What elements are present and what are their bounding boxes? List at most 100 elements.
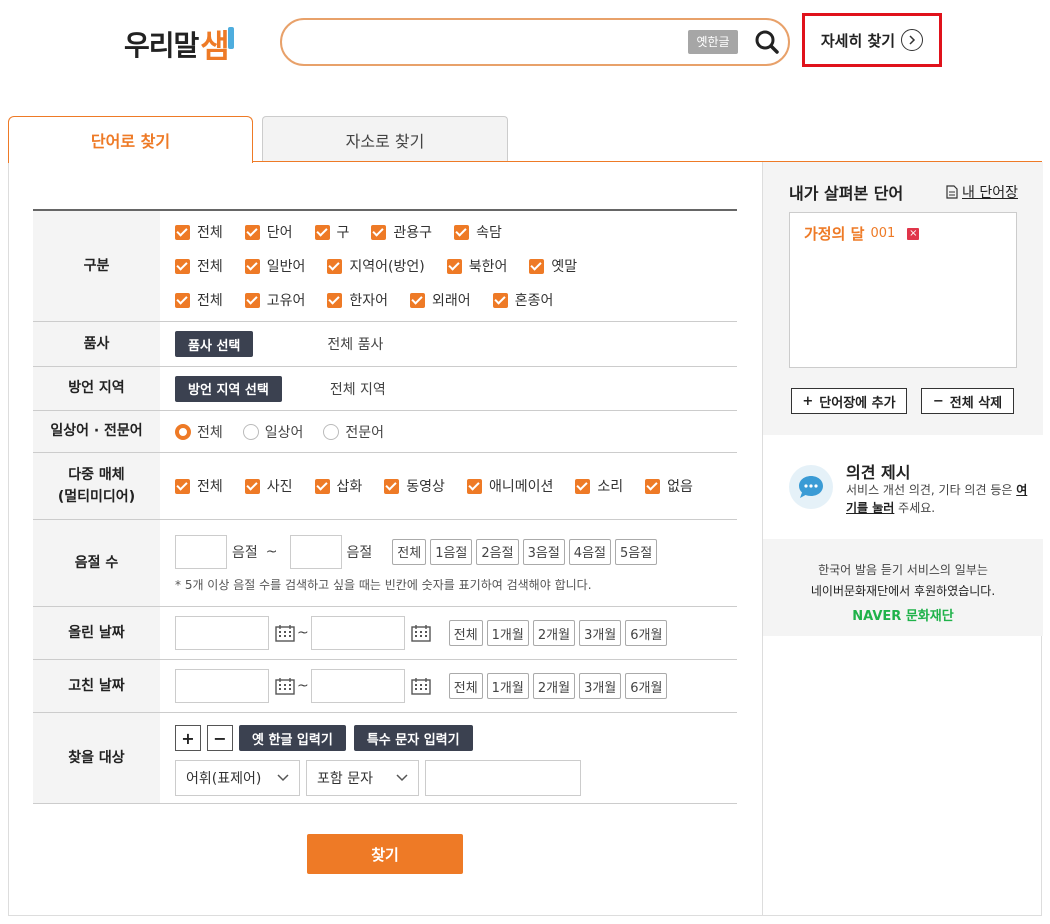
chevron-down-icon [277, 774, 289, 782]
checkbox-photo[interactable]: 사진 [244, 476, 293, 496]
category-line-1: 전체 단어 구 관용구 속담 [175, 215, 737, 249]
checkbox-all[interactable]: 전체 [175, 290, 223, 310]
checkbox-sino[interactable]: 한자어 [327, 290, 388, 310]
row-category: 구분 전체 단어 구 관용구 속담 전체 일반어 지역어(방언) 북한어 옛말 … [33, 211, 737, 322]
row-modified-date: 고친 날짜 ~ 전체 1개월 2개월 3개월 6개월 [33, 660, 737, 713]
row-label: 음절 수 [33, 520, 160, 606]
calendar-icon[interactable] [275, 677, 295, 695]
checkbox-media-all[interactable]: 전체 [175, 476, 223, 496]
old-hangul-button[interactable]: 옛한글 [688, 30, 738, 54]
checkbox-proverb[interactable]: 속담 [454, 222, 502, 242]
pos-value: 전체 품사 [327, 337, 384, 353]
detail-search-label: 자세히 찾기 [820, 31, 896, 50]
region-select-button[interactable]: 방언 지역 선택 [175, 375, 282, 402]
checkbox-word[interactable]: 단어 [244, 222, 293, 242]
my-words-link[interactable]: 내 단어장 [946, 182, 1018, 202]
logo-text: 우리말 [124, 29, 199, 62]
checkbox-animation[interactable]: 애니메이션 [466, 476, 553, 496]
sponsor-panel: 한국어 발음 듣기 서비스의 일부는 네이버문화재단에서 후원하였습니다. NA… [763, 539, 1043, 636]
match-type-select[interactable]: 포함 문자 [306, 760, 419, 796]
tilde: ~ [297, 678, 309, 694]
syllable-3-button[interactable]: 3음절 [522, 538, 565, 565]
checkbox-dialect[interactable]: 지역어(방언) [327, 256, 425, 276]
checkbox-phrase[interactable]: 구 [314, 222, 349, 242]
checkbox-north-korean[interactable]: 북한어 [446, 256, 507, 276]
naver-foundation-logo: NAVER 문화재단 [852, 609, 954, 624]
radio-daily[interactable]: 일상어 [242, 422, 303, 442]
uploaded-2m-button[interactable]: 2개월 [532, 620, 576, 646]
checkbox-checked-icon [454, 224, 470, 240]
uploaded-1m-button[interactable]: 1개월 [486, 620, 529, 646]
checkbox-archaic[interactable]: 옛말 [529, 256, 577, 276]
logo[interactable]: 우리말 샘 [124, 22, 235, 66]
uploaded-6m-button[interactable]: 6개월 [625, 620, 668, 646]
special-char-input-button[interactable]: 특수 문자 입력기 [353, 725, 473, 751]
add-to-wordbook-button[interactable]: + 단어장에 추가 [791, 388, 907, 414]
calendar-icon[interactable] [275, 624, 295, 642]
chevron-right-icon [901, 29, 924, 51]
modified-3m-button[interactable]: 3개월 [579, 673, 622, 699]
checkbox-checked-icon [175, 292, 190, 308]
checkbox-checked-icon [314, 224, 330, 240]
checkbox-checked-icon [410, 292, 426, 308]
checkbox-checked-icon [446, 258, 462, 274]
checkbox-checked-icon [466, 478, 482, 494]
checkbox-checked-icon [645, 478, 661, 494]
syllable-5-button[interactable]: 5음절 [615, 538, 658, 565]
modified-1m-button[interactable]: 1개월 [486, 673, 529, 699]
syllable-4-button[interactable]: 4음절 [568, 538, 611, 565]
uploaded-3m-button[interactable]: 3개월 [579, 620, 622, 646]
uploaded-start-date-input[interactable] [175, 616, 269, 650]
checkbox-loanword[interactable]: 외래어 [410, 290, 471, 310]
checkbox-general[interactable]: 일반어 [244, 256, 305, 276]
calendar-icon[interactable] [411, 624, 431, 642]
pos-select-button[interactable]: 품사 선택 [175, 331, 254, 357]
recent-word-link[interactable]: 가정의 달 [804, 223, 864, 244]
detail-search-button[interactable]: 자세히 찾기 [802, 13, 942, 67]
recent-words-title: 내가 살펴본 단어 [789, 184, 904, 203]
checkbox-all[interactable]: 전체 [175, 222, 223, 242]
close-icon[interactable]: × [907, 227, 920, 240]
radio-technical[interactable]: 전문어 [323, 422, 384, 442]
old-hangul-input-button[interactable]: 옛 한글 입력기 [239, 725, 346, 751]
syllable-max-input[interactable] [289, 534, 342, 569]
checkbox-illustration[interactable]: 삽화 [314, 476, 362, 496]
modified-end-date-input[interactable] [310, 669, 405, 703]
checkbox-checked-icon [575, 478, 591, 494]
checkbox-checked-icon [371, 224, 387, 240]
radio-selected-icon [175, 423, 191, 440]
target-text-input[interactable] [425, 760, 581, 796]
syllable-all-button[interactable]: 전체 [392, 538, 427, 565]
calendar-icon[interactable] [411, 677, 431, 695]
modified-6m-button[interactable]: 6개월 [625, 673, 668, 699]
checkbox-hybrid[interactable]: 혼종어 [492, 290, 553, 310]
checkbox-checked-icon [175, 258, 190, 274]
tab-word-search[interactable]: 단어로 찾기 [8, 116, 253, 163]
search-button[interactable] [752, 27, 782, 57]
syllable-min-input[interactable] [175, 534, 227, 569]
delete-all-button[interactable]: − 전체 삭제 [921, 388, 1014, 414]
modified-2m-button[interactable]: 2개월 [532, 673, 576, 699]
row-label: 고친 날짜 [33, 660, 160, 712]
add-condition-button[interactable]: + [175, 725, 201, 751]
sponsor-text: 네이버문화재단에서 후원하였습니다. [810, 584, 996, 598]
search-input[interactable] [300, 28, 680, 56]
checkbox-sound[interactable]: 소리 [575, 476, 623, 496]
checkbox-video[interactable]: 동영상 [384, 476, 445, 496]
modified-start-date-input[interactable] [175, 669, 269, 703]
checkbox-native[interactable]: 고유어 [244, 290, 305, 310]
checkbox-all[interactable]: 전체 [175, 256, 223, 276]
remove-condition-button[interactable]: − [207, 725, 233, 751]
target-field-select[interactable]: 어휘(표제어) [175, 760, 300, 796]
syllable-1-button[interactable]: 1음절 [430, 538, 473, 565]
modified-all-button[interactable]: 전체 [448, 673, 483, 699]
uploaded-end-date-input[interactable] [310, 616, 405, 650]
syllable-2-button[interactable]: 2음절 [476, 538, 519, 565]
checkbox-idiom[interactable]: 관용구 [371, 222, 432, 242]
tab-jaso-search[interactable]: 자소로 찾기 [262, 116, 508, 162]
radio-all[interactable]: 전체 [175, 422, 223, 442]
uploaded-all-button[interactable]: 전체 [448, 620, 483, 646]
find-button[interactable]: 찾기 [307, 834, 463, 874]
sponsor-text: 한국어 발음 듣기 서비스의 일부는 [818, 563, 988, 577]
checkbox-none[interactable]: 없음 [645, 476, 693, 496]
